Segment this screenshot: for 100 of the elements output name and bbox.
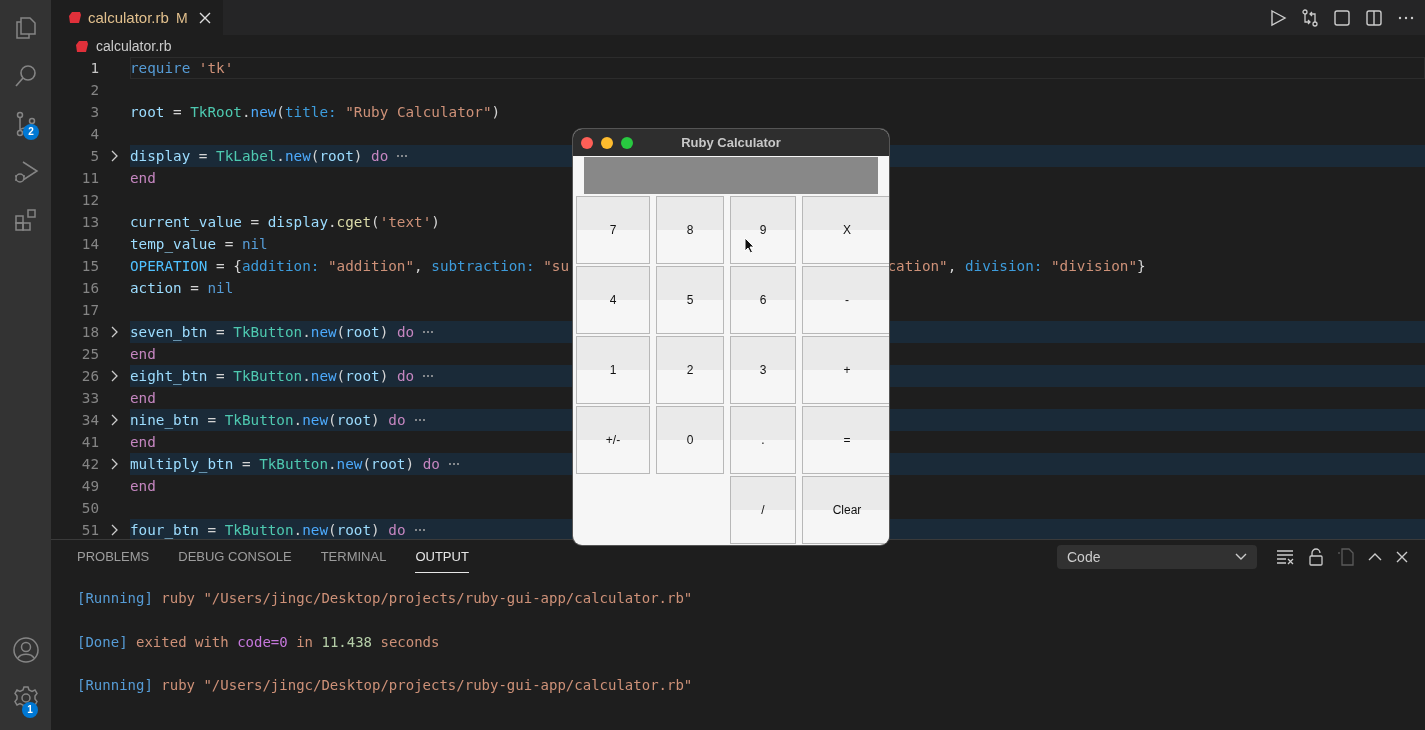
close-icon[interactable] [198, 11, 211, 24]
panel-tab[interactable]: DEBUG CONSOLE [178, 540, 292, 573]
line-number: 25 [80, 346, 99, 362]
calculator-key[interactable]: 6 [730, 266, 796, 334]
line-number: 26 [80, 368, 99, 384]
activity-bar-item[interactable]: 2 [0, 100, 51, 148]
panel-tab[interactable]: OUTPUT [415, 540, 469, 573]
line-number: 15 [80, 258, 99, 274]
code-line: temp_value = nil [130, 236, 268, 252]
line-number: 41 [80, 434, 99, 450]
line-number: 49 [80, 478, 99, 494]
calculator-key[interactable]: 8 [656, 196, 724, 264]
notification-badge: 1 [22, 702, 38, 718]
search-icon [12, 63, 39, 89]
compare-changes-icon[interactable] [1301, 8, 1319, 27]
extensions-icon [12, 207, 39, 233]
code-line: action = nil [130, 280, 234, 296]
chevron-right-icon[interactable] [110, 326, 119, 338]
close-window-button[interactable] [581, 137, 593, 149]
folded-ellipsis-icon[interactable] [447, 461, 460, 467]
code-line: cation", division: "division"} [887, 258, 1146, 274]
close-icon[interactable] [1396, 550, 1408, 563]
line-number: 33 [80, 390, 99, 406]
calculator-key[interactable]: 3 [730, 336, 796, 404]
line-number: 5 [89, 148, 99, 164]
folded-ellipsis-icon[interactable] [413, 417, 426, 423]
calculator-key[interactable]: 0 [656, 406, 724, 474]
calculator-key[interactable]: 5 [656, 266, 724, 334]
activity-bar-item[interactable]: 1 [0, 674, 51, 722]
modified-indicator: M [175, 9, 188, 26]
line-number: 12 [80, 192, 99, 208]
chevron-right-icon[interactable] [110, 150, 119, 162]
split-editor-icon[interactable] [1365, 8, 1383, 27]
editor-tab[interactable]: calculator.rb M [51, 0, 223, 35]
calculator-key[interactable]: + [802, 336, 889, 404]
code-line: require 'tk' [130, 60, 234, 76]
calculator-key[interactable]: - [802, 266, 889, 334]
square-icon[interactable] [1333, 8, 1351, 27]
chevron-down-icon [1235, 552, 1247, 561]
calculator-key[interactable]: Clear [802, 476, 889, 544]
minimize-window-button[interactable] [601, 137, 613, 149]
mouse-cursor-icon [744, 237, 755, 254]
panel-tab[interactable]: TERMINAL [320, 540, 387, 573]
code-line: end [130, 346, 156, 362]
panel-tab[interactable]: PROBLEMS [77, 540, 150, 573]
run-icon[interactable] [1269, 8, 1287, 27]
run-debug-icon [12, 159, 39, 185]
code-line: end [130, 170, 156, 186]
tab-label: calculator.rb [88, 9, 169, 26]
zoom-window-button[interactable] [621, 137, 633, 149]
window-title: Ruby Calculator [681, 135, 781, 150]
output-line: [Done] exited with code=0 in 11.438 seconds [77, 632, 441, 652]
calculator-key[interactable]: 2 [656, 336, 724, 404]
calculator-key[interactable]: / [730, 476, 796, 544]
line-number: 11 [80, 170, 99, 186]
calculator-key[interactable]: . [730, 406, 796, 474]
line-number: 13 [80, 214, 99, 230]
code-line: end [130, 478, 156, 494]
code-line: seven_btn = TkButton.new(root) do [130, 324, 415, 340]
code-line: end [130, 390, 156, 406]
code-line: eight_btn = TkButton.new(root) do [130, 368, 415, 384]
code-line: current_value = display.cget('text') [130, 214, 440, 230]
calculator-key[interactable]: 4 [576, 266, 650, 334]
output-line: [Running] ruby "/Users/jingc/Desktop/projects/ruby-gui-app/calculator.rb" [77, 676, 694, 695]
folded-ellipsis-icon[interactable] [413, 527, 426, 533]
chevron-right-icon[interactable] [110, 414, 119, 426]
breadcrumb[interactable]: calculator.rb [96, 38, 172, 54]
folded-ellipsis-icon[interactable] [396, 153, 409, 159]
calculator-key[interactable]: +/- [576, 406, 650, 474]
line-number: 50 [80, 500, 99, 516]
folded-ellipsis-icon[interactable] [422, 329, 435, 335]
code-line: root = TkRoot.new(title: "Ruby Calculator") [130, 104, 501, 120]
notification-badge: 2 [23, 124, 39, 140]
calculator-key[interactable]: 1 [576, 336, 650, 404]
folded-ellipsis-icon[interactable] [422, 373, 435, 379]
line-number: 2 [89, 82, 99, 98]
account-icon [11, 636, 40, 664]
chevron-right-icon[interactable] [110, 458, 119, 470]
calculator-key[interactable]: 9 [730, 196, 796, 264]
code-line: OPERATION = {addition: "addition", subtraction: "su [130, 258, 569, 274]
calculator-key[interactable]: 7 [576, 196, 650, 264]
line-number: 16 [80, 280, 99, 296]
line-number: 3 [89, 104, 99, 120]
code-line: display = TkLabel.new(root) do [130, 148, 389, 164]
code-line: four_btn = TkButton.new(root) do [130, 522, 406, 538]
chevron-right-icon[interactable] [110, 524, 119, 536]
chevron-right-icon[interactable] [110, 370, 119, 382]
clear-output-icon[interactable] [1276, 548, 1294, 565]
line-number: 17 [80, 302, 99, 318]
line-number: 18 [80, 324, 99, 340]
unlock-icon[interactable] [1308, 547, 1324, 566]
calculator-key[interactable]: = [802, 406, 889, 474]
code-line: end [130, 434, 156, 450]
ruby-file-icon [69, 12, 81, 23]
code-line: nine_btn = TkButton.new(root) do [130, 412, 406, 428]
line-number: 34 [80, 412, 99, 428]
output-channel-dropdown[interactable]: Code [1057, 544, 1257, 569]
chevron-up-icon[interactable] [1368, 551, 1382, 562]
calculator-key[interactable]: X [802, 196, 889, 264]
line-number: 51 [80, 522, 99, 538]
